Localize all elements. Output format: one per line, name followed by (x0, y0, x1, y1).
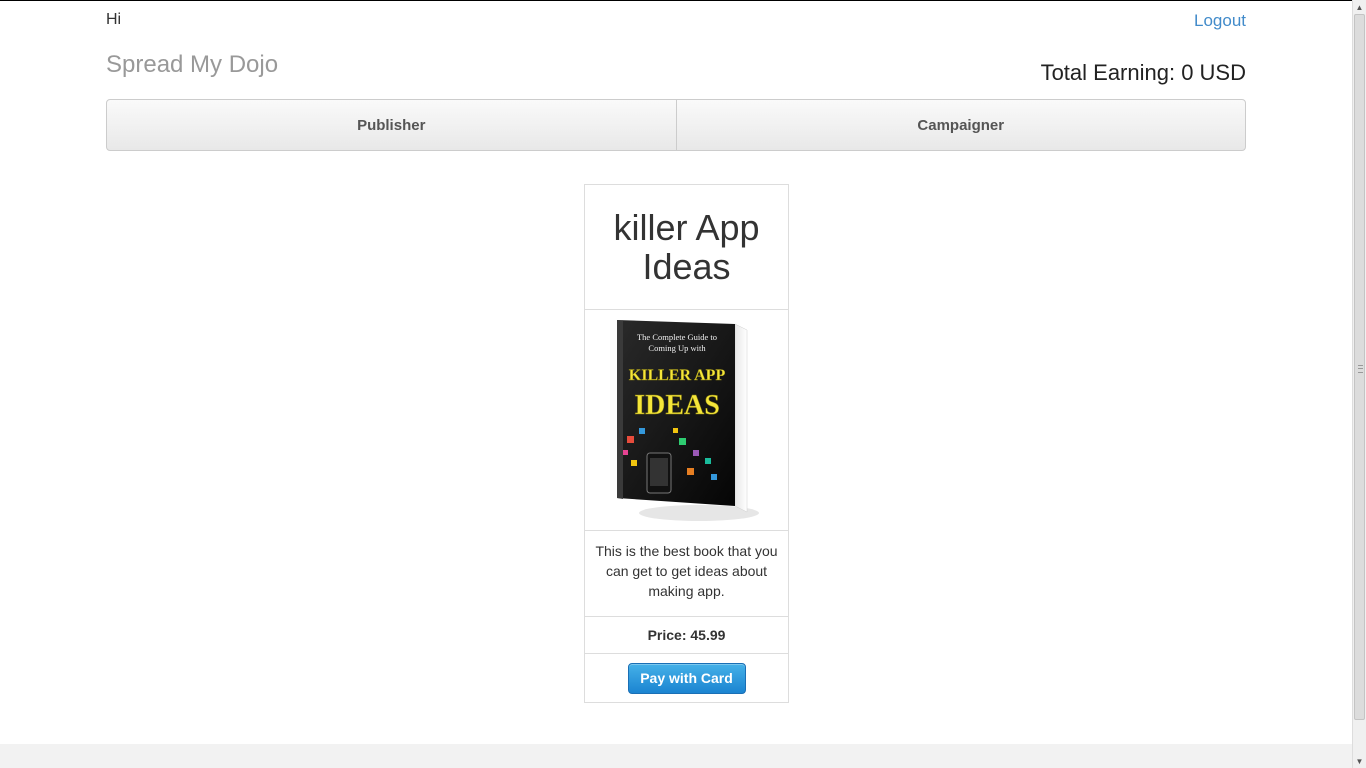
greeting-text: Hi (106, 11, 122, 28)
main-nav: Publisher Campaigner (106, 99, 1246, 151)
vertical-scrollbar[interactable]: ▲ ▼ (1352, 0, 1366, 768)
product-card: killer App Ideas The Complete Guide to C… (584, 184, 789, 703)
top-border (0, 0, 1352, 1)
product-title: killer App Ideas (613, 207, 760, 287)
product-description: This is the best book that you can get t… (585, 530, 788, 616)
nav-item-campaigner[interactable]: Campaigner (675, 100, 1246, 150)
footer (0, 744, 1352, 768)
total-earning: Total Earning: 0 USD (1040, 60, 1246, 85)
cover-line4: IDEAS (634, 390, 720, 421)
product-price: Price: 45.99 (585, 616, 788, 653)
page: Hi Logout Spread My Dojo Total Earning: … (0, 0, 1352, 744)
scroll-up-arrow-icon[interactable]: ▲ (1353, 0, 1366, 14)
scroll-down-arrow-icon[interactable]: ▼ (1353, 754, 1366, 768)
cover-line2: Coming Up with (648, 343, 706, 353)
brand-title: Spread My Dojo (106, 51, 279, 78)
pay-action: Pay with Card (585, 653, 788, 702)
scroll-grip-icon (1358, 365, 1363, 373)
pay-with-card-button[interactable]: Pay with Card (627, 662, 746, 694)
nav-item-publisher[interactable]: Publisher (107, 100, 676, 150)
product-image: The Complete Guide to Coming Up with KIL… (585, 309, 788, 530)
logout-link[interactable]: Logout (1194, 11, 1246, 31)
cover-line1: The Complete Guide to (636, 332, 716, 342)
scroll-thumb[interactable] (1354, 14, 1365, 720)
book-cover-image: The Complete Guide to Coming Up with KIL… (616, 319, 759, 521)
cover-line3: KILLER APP (628, 367, 725, 384)
